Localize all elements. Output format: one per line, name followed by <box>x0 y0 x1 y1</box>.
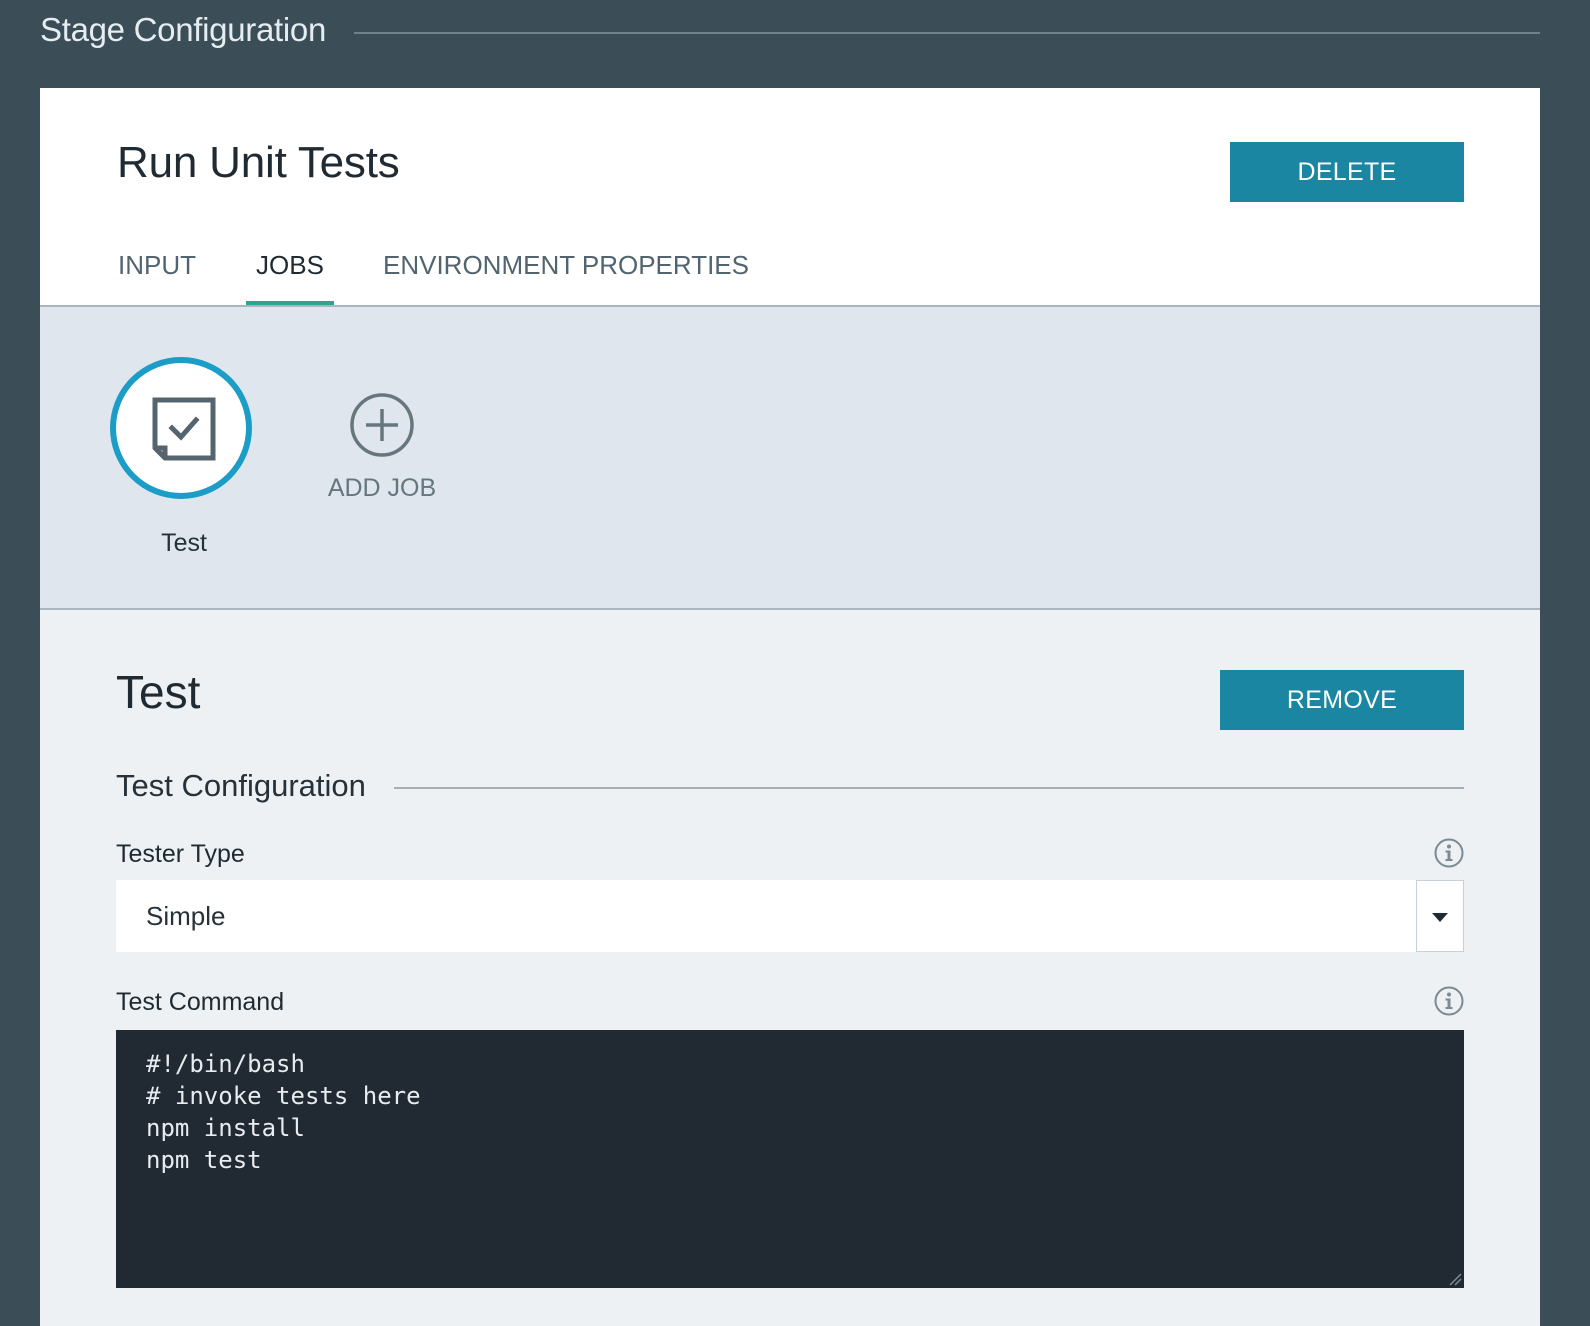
select-dropdown-toggle[interactable] <box>1416 880 1464 952</box>
section-title: Test Configuration <box>116 768 366 803</box>
tab-input[interactable]: INPUT <box>118 243 196 305</box>
tab-input-label: INPUT <box>118 250 196 280</box>
code-line: npm install <box>146 1114 305 1142</box>
tab-environment-properties[interactable]: ENVIRONMENT PROPERTIES <box>383 243 749 305</box>
remove-button[interactable]: REMOVE <box>1220 670 1464 730</box>
plus-circle-icon <box>350 393 414 457</box>
info-icon[interactable] <box>1434 986 1464 1016</box>
job-test-node[interactable] <box>110 357 252 499</box>
test-command-editor[interactable]: #!/bin/bash # invoke tests here npm inst… <box>116 1030 1464 1288</box>
tab-jobs-label: JOBS <box>256 250 324 280</box>
jobs-strip: Test ADD JOB <box>40 305 1540 610</box>
add-job-label: ADD JOB <box>327 474 437 502</box>
resize-handle-icon[interactable] <box>1448 1272 1462 1286</box>
tester-type-value: Simple <box>146 901 226 931</box>
test-job-icon <box>152 397 216 461</box>
tab-bar: INPUT JOBS ENVIRONMENT PROPERTIES <box>40 243 1540 305</box>
page-title: Stage Configuration <box>40 11 326 48</box>
tester-type-select[interactable]: Simple <box>116 880 1464 952</box>
section-heading: Test Configuration <box>116 768 1464 804</box>
info-icon[interactable] <box>1434 838 1464 868</box>
job-detail: Test REMOVE Test Configuration Tester Ty… <box>40 610 1540 1326</box>
section-divider <box>393 787 1464 789</box>
job-test-label: Test <box>161 529 207 557</box>
add-job-button[interactable]: ADD JOB <box>308 392 456 503</box>
delete-button[interactable]: DELETE <box>1230 142 1464 202</box>
code-line: #!/bin/bash <box>146 1050 305 1078</box>
job-detail-title: Test <box>116 666 201 718</box>
stage-name: Run Unit Tests <box>117 138 400 187</box>
code-line: # invoke tests here <box>146 1082 421 1110</box>
tab-environment-properties-label: ENVIRONMENT PROPERTIES <box>383 250 749 280</box>
page-header: Stage Configuration <box>40 8 1540 52</box>
stage-panel: Run Unit Tests DELETE INPUT JOBS ENVIRON… <box>40 88 1540 1326</box>
caret-down-icon <box>1432 913 1448 922</box>
header-divider <box>354 32 1540 34</box>
code-line: npm test <box>146 1146 262 1174</box>
test-command-label: Test Command <box>116 988 285 1016</box>
tab-jobs[interactable]: JOBS <box>246 243 334 305</box>
tester-type-label: Tester Type <box>116 840 245 868</box>
